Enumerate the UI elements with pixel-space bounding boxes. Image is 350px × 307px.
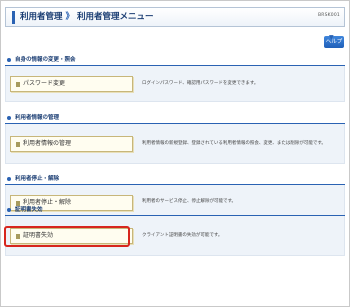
bullet-icon bbox=[7, 116, 11, 120]
section-title-suspend: 利用者停止・解除 bbox=[5, 174, 345, 185]
screen-code: BRSK001 bbox=[317, 13, 340, 18]
certificate-revoke-button-label: 証明書失効 bbox=[23, 232, 54, 239]
section-body-certificate: 証明書失効 クライアント証明書の失効が可能です。 bbox=[5, 216, 345, 256]
user-info-management-button[interactable]: 利用者情報の管理 bbox=[10, 136, 133, 152]
password-change-description: ログインパスワード、確認用パスワードを変更できます。 bbox=[142, 81, 259, 86]
section-title-password: 自身の情報の変更・照会 bbox=[5, 55, 345, 66]
breadcrumb-current: 利用者管理メニュー bbox=[77, 12, 154, 22]
page-title: 利用者管理》利用者管理メニュー bbox=[20, 11, 154, 24]
breadcrumb-separator: 》 bbox=[65, 12, 75, 22]
password-change-button[interactable]: パスワード変更 bbox=[10, 76, 133, 92]
bullet-icon bbox=[7, 177, 11, 181]
certificate-revoke-description: クライアント証明書の失効が可能です。 bbox=[142, 233, 223, 238]
breadcrumb-parent: 利用者管理 bbox=[20, 12, 63, 22]
section-title-label: 自身の情報の変更・照会 bbox=[15, 57, 76, 63]
section-body-password: パスワード変更 ログインパスワード、確認用パスワードを変更できます。 bbox=[5, 66, 345, 102]
page-header: 利用者管理》利用者管理メニュー BRSK001 bbox=[5, 7, 345, 27]
section-title-label: 利用者停止・解除 bbox=[15, 176, 60, 182]
grip-icon bbox=[16, 234, 20, 239]
section-title-user-info: 利用者情報の管理 bbox=[5, 113, 345, 124]
help-arrow-icon: ▼ bbox=[329, 34, 334, 41]
section-title-label: 利用者情報の管理 bbox=[15, 115, 60, 121]
user-info-management-description: 利用者情報の新規登録、登録されている利用者情報の照会、変更、または削除が可能です… bbox=[142, 141, 326, 146]
header-accent-bar bbox=[12, 11, 15, 24]
section-title-certificate: 証明書失効 bbox=[5, 205, 345, 216]
grip-icon bbox=[16, 142, 20, 147]
bullet-icon bbox=[7, 58, 11, 62]
user-info-management-button-label: 利用者情報の管理 bbox=[23, 140, 72, 147]
section-body-user-info: 利用者情報の管理 利用者情報の新規登録、登録されている利用者情報の照会、変更、ま… bbox=[5, 124, 345, 164]
bullet-icon bbox=[7, 208, 11, 212]
section-title-label: 証明書失効 bbox=[15, 207, 43, 213]
password-change-button-label: パスワード変更 bbox=[23, 80, 66, 87]
certificate-revoke-button[interactable]: 証明書失効 bbox=[10, 228, 133, 244]
grip-icon bbox=[16, 82, 20, 87]
help-button[interactable]: ▼ ヘルプ bbox=[324, 34, 344, 48]
